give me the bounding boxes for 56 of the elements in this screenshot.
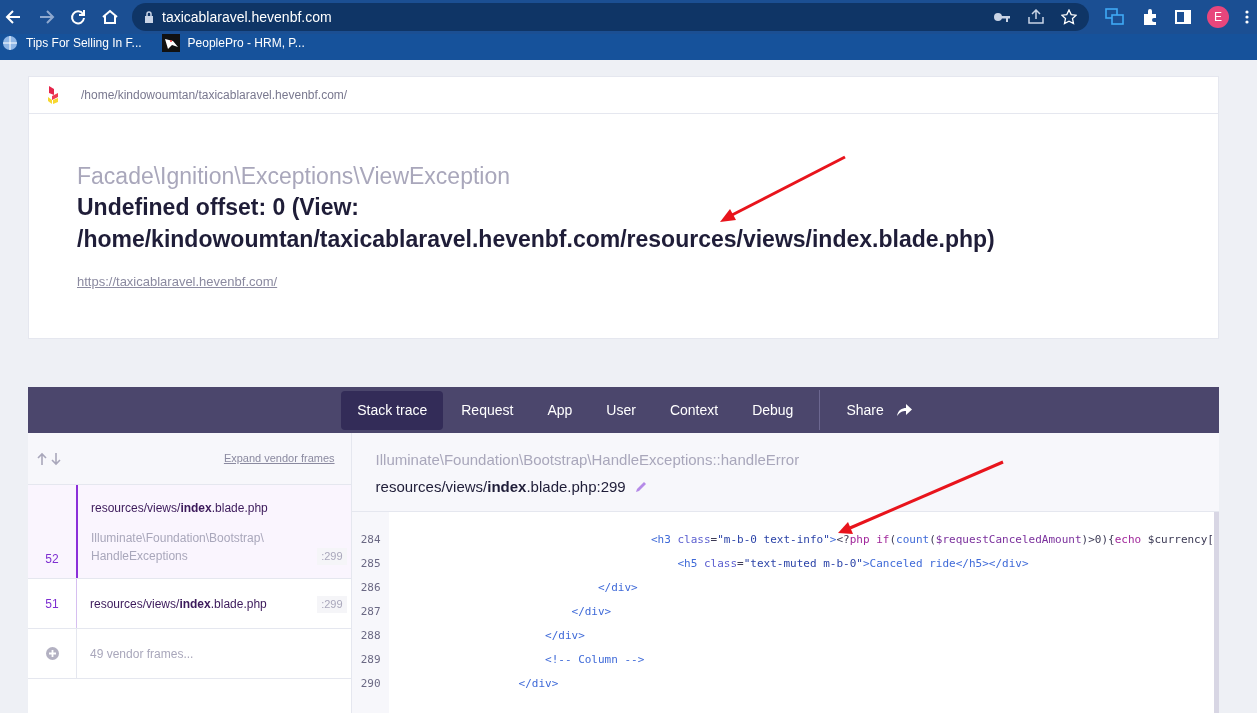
line-number: 287 [360,604,381,620]
frame-file: resources/views/index.blade.php [90,595,267,613]
tab[interactable]: User [590,390,652,430]
bird-icon [161,34,180,52]
line-number: 288 [360,628,381,644]
tab[interactable]: Request [445,390,530,430]
sidebar-icon[interactable] [1175,9,1192,25]
window-icon[interactable] [1105,8,1126,26]
line-number: :299 [317,596,347,613]
code-line: </div> [570,604,613,620]
code-line: <h5 class="text-muted m-b-0">Canceled ride</h5></div> [676,556,1030,572]
scrollbar[interactable] [1214,512,1219,713]
profile-avatar[interactable]: E [1207,6,1229,28]
reload-icon[interactable] [68,7,88,27]
code-line: <h3 class="m-b-0 text-info"><?php if(count($requestCanceledAmount)>0){echo $currency[ [649,532,1214,548]
tab[interactable]: Stack trace [341,390,444,430]
code-line: </div> [597,580,639,596]
globe-icon [2,35,18,51]
tab[interactable]: App [531,390,589,430]
code-line: </div> [517,676,560,692]
frame-class-title: Illuminate\Foundation\Bootstrap\HandleExceptions::handleError [375,450,801,470]
address-bar[interactable]: taxicablaravel.hevenbf.com [132,3,1090,31]
star-icon[interactable] [1061,9,1078,25]
frame-file-title: resources/views/index.blade.php:299 [375,476,626,497]
stack-frame[interactable]: 52 resources/views/index.blade.php Illuminate\Foundation\Bootstrap\HandleExceptions :299 [28,485,351,579]
key-icon[interactable] [993,10,1012,24]
frame-number: 51 [45,595,59,613]
share-button[interactable]: Share [830,390,928,430]
frame-file: resources/views/index.blade.php [91,499,269,517]
vendor-frames-label: 49 vendor frames... [90,645,194,663]
url-text: taxicablaravel.hevenbf.com [162,7,333,27]
tab[interactable]: Context [653,390,735,430]
file-path: /home/kindowoumtan/taxicablaravel.hevenbf.com/ [81,87,348,104]
frame-number: 52 [45,551,59,568]
line-number: :299 [317,548,347,565]
line-number: 285 [360,556,381,572]
plus-circle-icon [45,647,59,660]
share-icon[interactable] [1027,9,1046,25]
home-icon[interactable] [100,7,120,27]
frame-class: Illuminate\Foundation\Bootstrap\HandleExceptions [91,529,265,565]
stack-frame[interactable]: 51 resources/views/index.blade.php :299 [28,579,351,629]
request-url[interactable]: https://taxicablaravel.hevenbf.com/ [77,272,278,292]
lock-icon [144,11,154,23]
line-number: 290 [360,676,381,692]
code-line: <!-- Column --> [544,652,646,668]
code-line: </div> [544,628,586,644]
exception-class: Facade\Ignition\Exceptions\ViewException [77,162,511,191]
share-arrow-icon [895,403,912,417]
exception-message: Undefined offset: 0 (View: /home/kindowoumtan/taxicablaravel.hevenbf.com/resources/views/index.blade.php) [77,193,996,254]
bookmark[interactable]: PeoplePro - HRM, P... [161,34,305,52]
line-number: 289 [360,652,381,668]
bookmark[interactable]: Tips For Selling In F... [2,34,142,52]
tab[interactable]: Debug [736,390,810,430]
line-number: 286 [360,580,381,596]
line-number: 284 [360,532,381,548]
logo-icon [47,85,59,105]
